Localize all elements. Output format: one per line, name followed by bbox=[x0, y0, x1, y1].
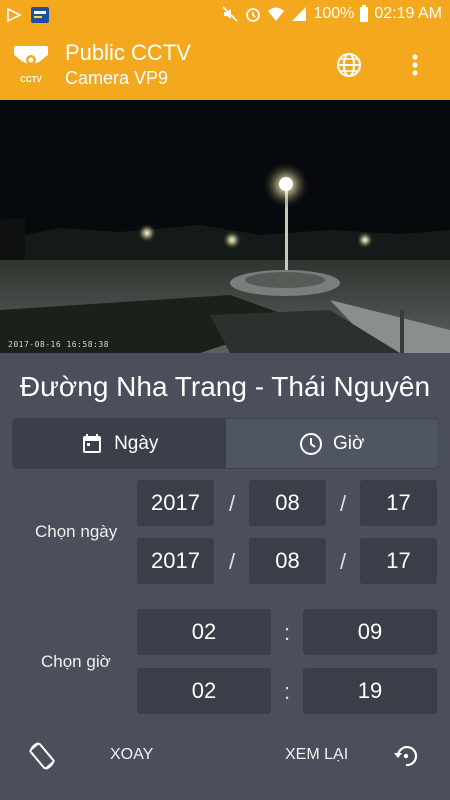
wifi-icon bbox=[268, 7, 285, 21]
start-day-field[interactable]: 17 bbox=[360, 480, 437, 526]
end-month-field[interactable]: 08 bbox=[249, 538, 326, 584]
mute-icon bbox=[222, 6, 239, 22]
replay-history-icon[interactable] bbox=[392, 742, 420, 770]
end-hour-field[interactable]: 02 bbox=[137, 668, 271, 714]
globe-icon[interactable] bbox=[334, 50, 364, 80]
logo-text: CCTV bbox=[20, 75, 42, 84]
end-year-field[interactable]: 2017 bbox=[137, 538, 214, 584]
status-bar: 100% 02:19 AM bbox=[0, 0, 450, 30]
mode-tabs: Ngày Giờ bbox=[12, 418, 439, 469]
camera-video-feed[interactable]: 2017-08-16 16:58:38 bbox=[0, 100, 450, 353]
clock-icon bbox=[300, 432, 323, 455]
battery-icon bbox=[360, 5, 369, 22]
rotate-button[interactable]: XOAY bbox=[110, 746, 153, 764]
rotate-screen-icon[interactable] bbox=[26, 740, 58, 772]
signal-icon bbox=[292, 7, 307, 21]
tab-date[interactable]: Ngày bbox=[13, 419, 226, 468]
tab-time[interactable]: Giờ bbox=[226, 419, 439, 468]
end-minute-field[interactable]: 19 bbox=[303, 668, 437, 714]
date-separator: / bbox=[339, 549, 347, 574]
play-store-icon bbox=[7, 7, 22, 23]
start-month-field[interactable]: 08 bbox=[249, 480, 326, 526]
time-separator: : bbox=[283, 679, 291, 704]
location-title: Đường Nha Trang - Thái Nguyên bbox=[19, 371, 431, 402]
time-separator: : bbox=[283, 620, 291, 645]
app-bar: CCTV Public CCTV Camera VP9 bbox=[0, 30, 450, 100]
app-subtitle: Camera VP9 bbox=[65, 68, 169, 88]
battery-percent: 100% bbox=[313, 5, 355, 22]
camera-scene bbox=[0, 100, 450, 353]
choose-date-label: Chọn ngày bbox=[35, 522, 118, 541]
cctv-logo-icon: CCTV bbox=[14, 46, 48, 84]
video-timestamp: 2017-08-16 16:58:38 bbox=[8, 340, 110, 349]
date-separator: / bbox=[339, 491, 347, 516]
app-notification-icon bbox=[31, 7, 49, 23]
tab-time-label: Giờ bbox=[333, 432, 365, 454]
start-hour-field[interactable]: 02 bbox=[137, 609, 271, 655]
date-separator: / bbox=[228, 549, 236, 574]
app-title: Public CCTV bbox=[65, 40, 191, 65]
alarm-icon bbox=[246, 8, 261, 22]
end-day-field[interactable]: 17 bbox=[360, 538, 437, 584]
tab-date-label: Ngày bbox=[114, 432, 159, 454]
date-separator: / bbox=[228, 491, 236, 516]
calendar-icon bbox=[83, 433, 102, 453]
status-time: 02:19 AM bbox=[374, 5, 442, 22]
more-options-icon[interactable] bbox=[403, 50, 427, 80]
replay-button[interactable]: XEM LẠI bbox=[285, 746, 348, 764]
choose-time-label: Chọn giờ bbox=[41, 652, 111, 671]
start-minute-field[interactable]: 09 bbox=[303, 609, 437, 655]
start-year-field[interactable]: 2017 bbox=[137, 480, 214, 526]
